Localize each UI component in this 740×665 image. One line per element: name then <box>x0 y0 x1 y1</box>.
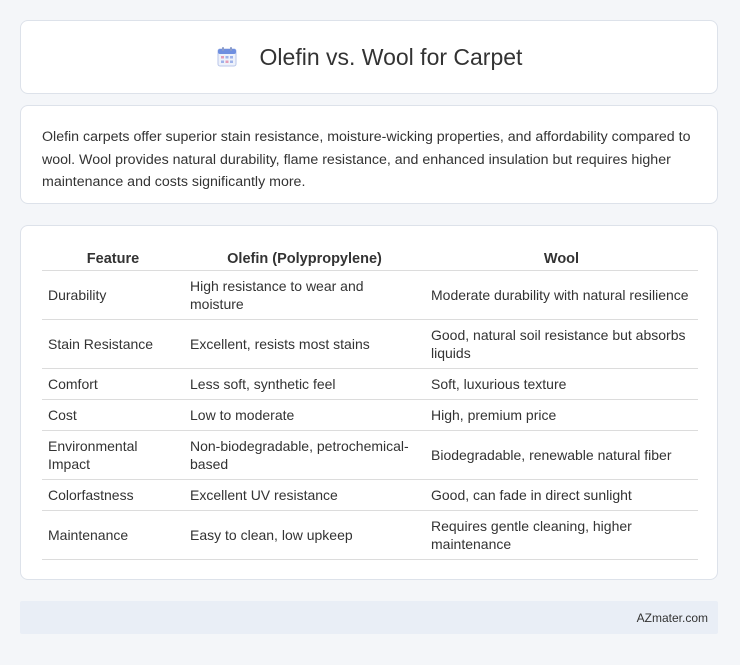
table-row: Environmental Impact Non-biodegradable, … <box>42 430 698 480</box>
table-row: Comfort Less soft, synthetic feel Soft, … <box>42 368 698 400</box>
table-header-row: Feature Olefin (Polypropylene) Wool <box>42 246 698 271</box>
table-row: Stain Resistance Excellent, resists most… <box>42 319 698 369</box>
wool-cell: Requires gentle cleaning, higher mainten… <box>425 510 698 560</box>
feature-cell: Cost <box>42 399 184 431</box>
olefin-cell: Non-biodegradable, petrochemical-based <box>184 430 425 480</box>
olefin-cell: Low to moderate <box>184 399 425 431</box>
feature-cell: Durability <box>42 270 184 320</box>
table-row: Colorfastness Excellent UV resistance Go… <box>42 479 698 511</box>
title-card: Olefin vs. Wool for Carpet <box>20 20 718 94</box>
olefin-cell: Easy to clean, low upkeep <box>184 510 425 560</box>
table-row: Maintenance Easy to clean, low upkeep Re… <box>42 510 698 560</box>
wool-cell: Soft, luxurious texture <box>425 368 698 400</box>
wool-cell: High, premium price <box>425 399 698 431</box>
table-row: Durability High resistance to wear and m… <box>42 270 698 320</box>
wool-cell: Moderate durability with natural resilie… <box>425 270 698 320</box>
page-title: Olefin vs. Wool for Carpet <box>259 43 523 70</box>
comparison-table: Feature Olefin (Polypropylene) Wool Dura… <box>42 246 698 560</box>
wool-cell: Biodegradable, renewable natural fiber <box>425 430 698 480</box>
feature-cell: Stain Resistance <box>42 319 184 369</box>
wool-cell: Good, can fade in direct sunlight <box>425 479 698 511</box>
footer-brand[interactable]: AZmater.com <box>637 611 708 625</box>
summary-text: Olefin carpets offer superior stain resi… <box>42 129 691 190</box>
calendar-icon <box>216 46 238 68</box>
olefin-cell: Excellent UV resistance <box>184 479 425 511</box>
feature-cell: Colorfastness <box>42 479 184 511</box>
header-feature: Feature <box>42 246 184 271</box>
feature-cell: Environmental Impact <box>42 430 184 480</box>
olefin-cell: Excellent, resists most stains <box>184 319 425 369</box>
header-olefin: Olefin (Polypropylene) <box>184 246 425 271</box>
feature-cell: Maintenance <box>42 510 184 560</box>
summary-card: Olefin carpets offer superior stain resi… <box>20 105 718 204</box>
footer: AZmater.com <box>20 601 718 634</box>
olefin-cell: Less soft, synthetic feel <box>184 368 425 400</box>
olefin-cell: High resistance to wear and moisture <box>184 270 425 320</box>
feature-cell: Comfort <box>42 368 184 400</box>
wool-cell: Good, natural soil resistance but absorb… <box>425 319 698 369</box>
header-wool: Wool <box>425 246 698 271</box>
table-row: Cost Low to moderate High, premium price <box>42 399 698 431</box>
comparison-table-card: Feature Olefin (Polypropylene) Wool Dura… <box>20 225 718 580</box>
